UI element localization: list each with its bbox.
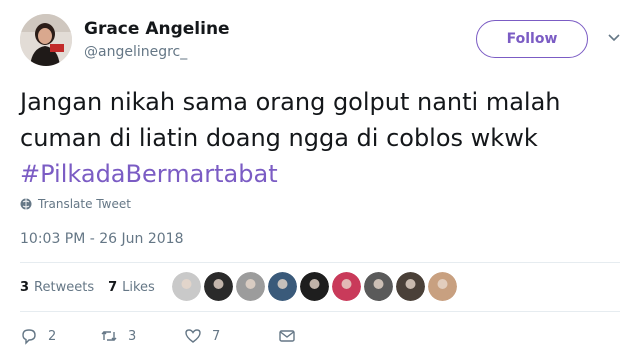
liker-avatar[interactable]	[172, 272, 201, 301]
translate-globe-icon	[20, 198, 32, 210]
liker-avatar[interactable]	[396, 272, 425, 301]
display-name[interactable]: Grace Angeline	[84, 19, 230, 39]
like-count: 7	[212, 328, 221, 344]
retweet-icon	[101, 331, 117, 341]
hashtag-link[interactable]: #PilkadaBermartabat	[20, 156, 620, 192]
liker-avatar[interactable]	[364, 272, 393, 301]
retweet-button[interactable]: 3	[100, 327, 184, 345]
retweets-count: 3	[20, 279, 30, 295]
liker-avatar[interactable]	[428, 272, 457, 301]
avatar[interactable]	[20, 14, 72, 66]
liker-avatar[interactable]	[300, 272, 329, 301]
translate-tweet[interactable]: Translate Tweet	[20, 197, 131, 211]
like-icon	[185, 329, 201, 343]
liker-avatar[interactable]	[204, 272, 233, 301]
liker-avatar[interactable]	[236, 272, 265, 301]
tweet-text: Jangan nikah sama orang golput nanti mal…	[20, 84, 620, 192]
retweets-stat[interactable]: 3 Retweets	[20, 280, 94, 295]
tweet-text-line: cuman di liatin doang ngga di coblos wkw…	[20, 124, 538, 152]
liker-avatar[interactable]	[268, 272, 297, 301]
translate-label[interactable]: Translate Tweet	[38, 197, 131, 211]
user-handle[interactable]: @angelinegrc_	[84, 44, 187, 60]
likes-stat[interactable]: 7 Likes	[108, 280, 155, 295]
retweets-label: Retweets	[34, 279, 95, 295]
divider	[20, 311, 620, 312]
direct-message-button[interactable]	[278, 327, 296, 345]
reply-icon	[22, 329, 36, 345]
like-button[interactable]: 7	[184, 327, 278, 345]
retweet-count: 3	[128, 328, 137, 344]
reply-button[interactable]: 2	[20, 327, 100, 345]
liker-avatars	[172, 272, 457, 301]
reply-count: 2	[48, 328, 57, 344]
tweet-actions: 2 3 7	[20, 327, 296, 345]
engagement-stats: 3 Retweets 7 Likes	[20, 270, 169, 304]
timestamp[interactable]: 10:03 PM - 26 Jun 2018	[20, 231, 184, 247]
liker-avatar[interactable]	[332, 272, 361, 301]
likes-count: 7	[108, 279, 118, 295]
follow-button[interactable]: Follow	[476, 20, 588, 58]
chevron-down-icon[interactable]	[606, 30, 622, 46]
likes-label: Likes	[122, 279, 155, 295]
divider	[20, 262, 620, 263]
avatar-image	[20, 14, 72, 66]
tweet-text-line: Jangan nikah sama orang golput nanti mal…	[20, 88, 561, 116]
message-icon	[279, 330, 295, 342]
